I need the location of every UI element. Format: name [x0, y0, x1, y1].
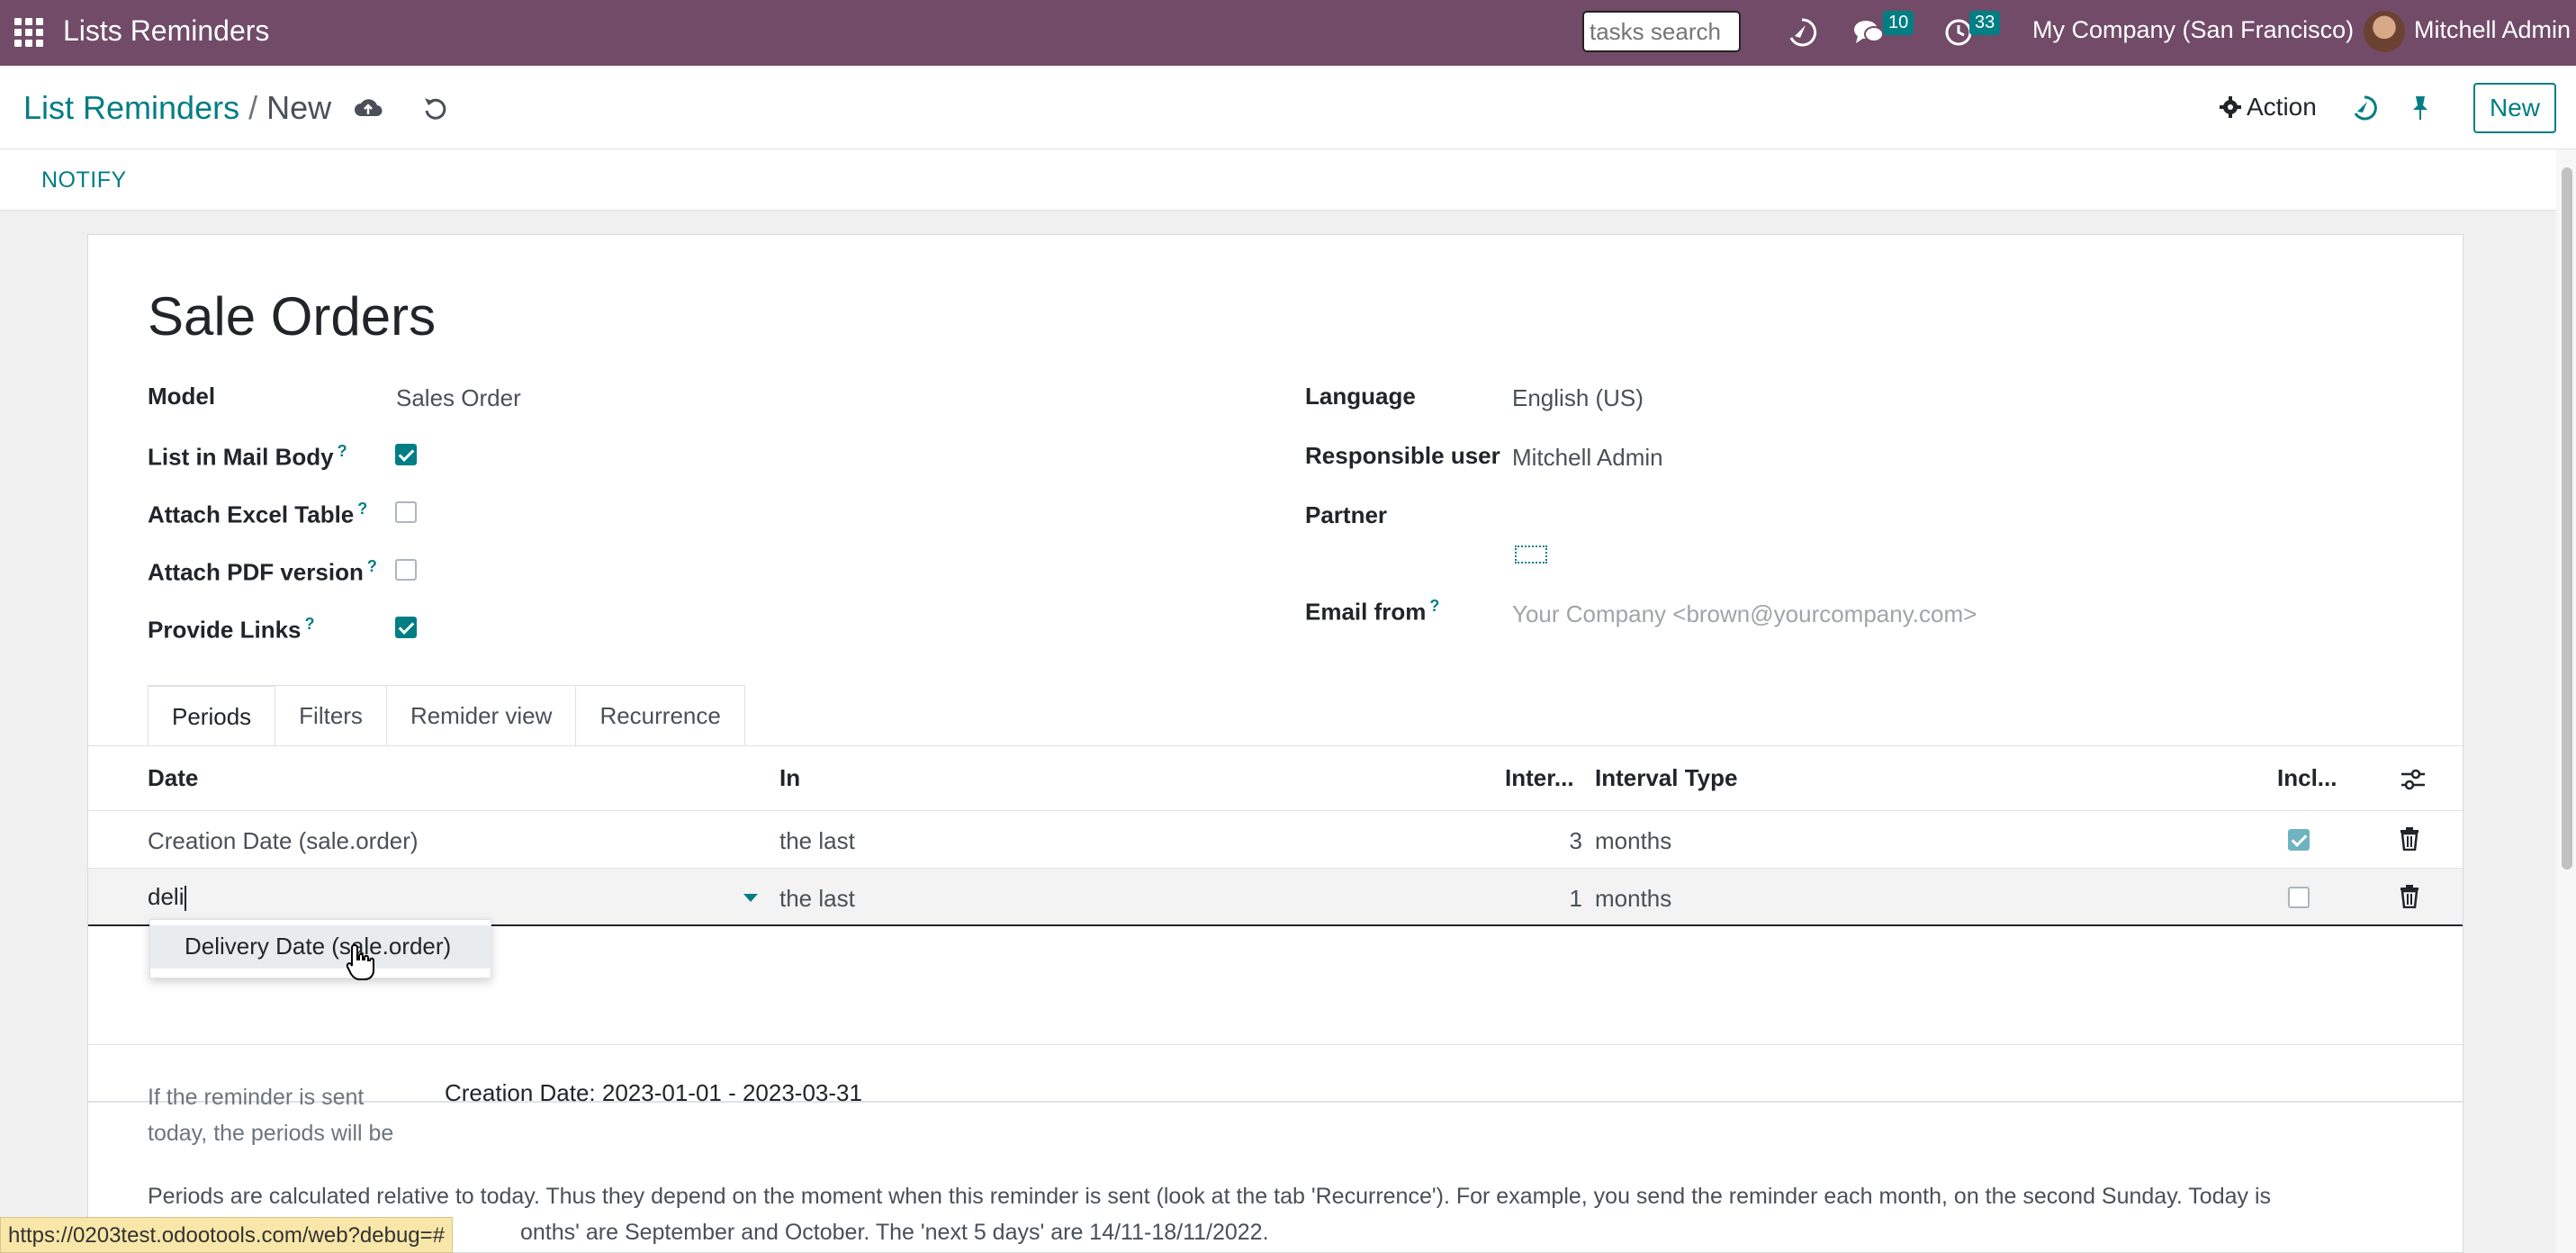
row-in-cell[interactable]: the last: [779, 885, 855, 913]
row-interval-type-cell[interactable]: months: [1595, 827, 1671, 855]
app-title[interactable]: Lists Reminders: [63, 14, 269, 48]
responsible-user-label: Responsible user: [1305, 442, 1500, 469]
row-date-cell[interactable]: Creation Date (sale.order): [148, 827, 419, 855]
tab-periods[interactable]: Periods: [148, 685, 276, 746]
delete-row-trash-icon[interactable]: [2400, 885, 2419, 908]
messages-icon[interactable]: [1852, 16, 1885, 49]
periods-help-text: Periods are calculated relative to today…: [148, 1178, 2434, 1250]
row-interval-cell[interactable]: 1: [1528, 885, 1582, 913]
attach-pdf-version-checkbox[interactable]: [395, 559, 417, 581]
tasks-search-input[interactable]: [1582, 11, 1741, 52]
tab-reminder-view[interactable]: Remider view: [386, 685, 577, 746]
help-tooltip-icon[interactable]: ?: [357, 500, 367, 518]
status-bar: NOTIFY: [0, 149, 2576, 211]
help-tooltip-icon[interactable]: ?: [338, 442, 347, 460]
attach-excel-table-checkbox[interactable]: [395, 501, 417, 523]
periods-preview-label: If the reminder is sent today, the perio…: [148, 1085, 394, 1146]
row-in-cell[interactable]: the last: [779, 827, 855, 855]
table-row-editing[interactable]: deli the last 1 months: [88, 869, 2463, 926]
tab-filters[interactable]: Filters: [275, 685, 387, 746]
provide-links-label: Provide Links?: [148, 615, 315, 644]
form-sheet: Sale Orders Model Sales Order List in Ma…: [87, 234, 2463, 1253]
column-interval[interactable]: Inter...: [1505, 764, 1574, 792]
language-label: Language: [1305, 383, 1416, 410]
autocomplete-dropdown: Delivery Date (sale.order): [149, 919, 491, 978]
date-autocomplete-input[interactable]: deli: [148, 883, 186, 911]
company-switcher[interactable]: My Company (San Francisco): [2032, 16, 2354, 44]
notify-button[interactable]: NOTIFY: [41, 167, 127, 194]
action-label: Action: [2247, 93, 2317, 121]
row-include-checkbox[interactable]: [2288, 887, 2310, 908]
link-status-bar: https://0203test.odootools.com/web?debug…: [0, 1217, 454, 1253]
email-from-label: Email from?: [1305, 597, 1440, 626]
list-in-mail-body-label: List in Mail Body?: [148, 442, 347, 471]
periods-help-line-1: Periods are calculated relative to today…: [148, 1184, 2272, 1209]
gear-icon: [2220, 96, 2241, 118]
breadcrumb: List Reminders / New: [23, 89, 331, 127]
table-row[interactable]: Creation Date (sale.order) the last 3 mo…: [88, 811, 2463, 869]
refresh-icon[interactable]: [1786, 16, 1818, 49]
model-value: Sales Order: [396, 384, 521, 411]
user-menu[interactable]: Mitchell Admin: [2414, 16, 2571, 44]
table-header: Date In Inter... Interval Type Incl...: [88, 746, 2463, 811]
row-interval-type-cell[interactable]: months: [1595, 885, 1671, 913]
provide-links-checkbox[interactable]: [395, 617, 417, 638]
help-tooltip-icon[interactable]: ?: [367, 557, 377, 575]
scrollbar-thumb[interactable]: [2562, 167, 2572, 870]
breadcrumb-separator: /: [248, 89, 258, 126]
messages-count-badge: 10: [1883, 11, 1914, 35]
record-title[interactable]: Sale Orders: [148, 285, 436, 347]
refresh-record-icon[interactable]: [2349, 93, 2380, 123]
hand-pointer-cursor-icon: [346, 943, 374, 980]
breadcrumb-current: New: [266, 89, 332, 126]
page-scrollbar[interactable]: [2556, 149, 2576, 1253]
control-panel: List Reminders / New Action New: [0, 66, 2576, 149]
column-in[interactable]: In: [779, 764, 800, 792]
attach-pdf-version-label: Attach PDF version?: [148, 557, 377, 586]
activities-count-badge: 33: [1969, 11, 2001, 35]
delete-row-trash-icon[interactable]: [2400, 827, 2419, 851]
partner-field[interactable]: [1515, 545, 1547, 563]
periods-preview-value: Creation Date: 2023-01-01 - 2023-03-31: [445, 1079, 862, 1106]
optional-columns-icon[interactable]: [2400, 766, 2427, 793]
breadcrumb-parent-link[interactable]: List Reminders: [23, 89, 239, 126]
help-tooltip-icon[interactable]: ?: [1429, 597, 1439, 615]
autocomplete-option[interactable]: Delivery Date (sale.order): [150, 925, 491, 969]
apps-menu-icon[interactable]: [14, 18, 43, 47]
add-line-row[interactable]: [88, 987, 2463, 1045]
top-navbar: Lists Reminders 10 33 My Company (San Fr…: [0, 0, 2576, 66]
column-date[interactable]: Date: [148, 764, 198, 792]
list-in-mail-body-checkbox[interactable]: [395, 444, 417, 465]
model-label: Model: [148, 383, 216, 410]
column-interval-type[interactable]: Interval Type: [1595, 764, 1737, 792]
pin-icon[interactable]: [2405, 93, 2436, 123]
new-record-button[interactable]: New: [2473, 83, 2556, 133]
email-from-input[interactable]: Your Company <brown@yourcompany.com>: [1512, 600, 1977, 628]
user-avatar[interactable]: [2364, 11, 2405, 52]
responsible-user-field[interactable]: Mitchell Admin: [1512, 444, 1663, 472]
tab-recurrence[interactable]: Recurrence: [576, 685, 745, 746]
help-tooltip-icon[interactable]: ?: [305, 615, 315, 633]
periods-help-line-2: onths' are September and October. The 'n…: [520, 1220, 1269, 1245]
save-cloud-icon[interactable]: [353, 93, 383, 123]
row-interval-cell[interactable]: 3: [1528, 827, 1582, 855]
discard-undo-icon[interactable]: [419, 93, 450, 123]
action-menu-button[interactable]: Action: [2220, 93, 2317, 122]
attach-excel-table-label: Attach Excel Table?: [148, 500, 368, 528]
notebook-tabs: Periods Filters Remider view Recurrence: [148, 685, 745, 746]
chevron-down-icon[interactable]: [743, 894, 758, 902]
column-include[interactable]: Incl...: [2277, 764, 2337, 792]
language-field[interactable]: English (US): [1512, 384, 1644, 412]
row-include-checkbox[interactable]: [2288, 829, 2310, 851]
partner-label: Partner: [1305, 501, 1388, 528]
